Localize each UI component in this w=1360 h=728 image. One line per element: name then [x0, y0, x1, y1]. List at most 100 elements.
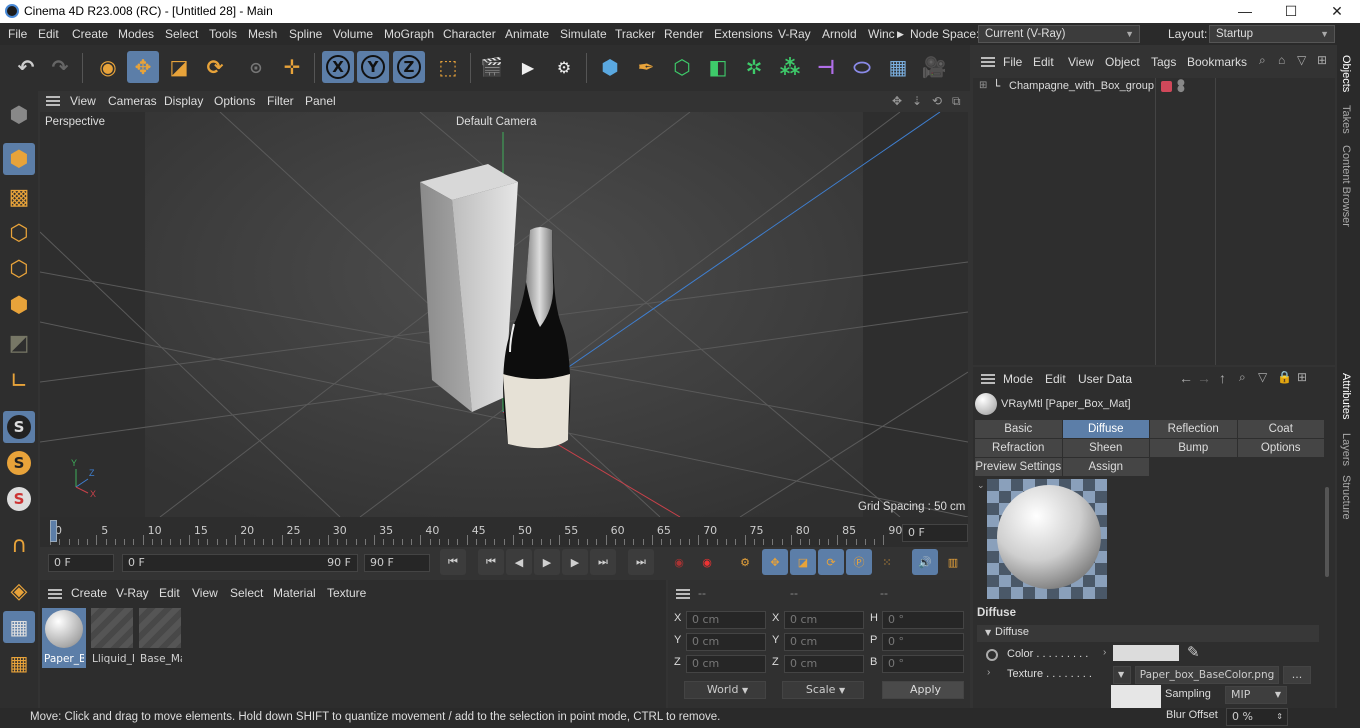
polygon-mode-button[interactable]: ⬢: [3, 289, 35, 321]
go-to-start-icon[interactable]: ⏮: [440, 549, 466, 575]
menu-extensions[interactable]: Extensions: [714, 27, 773, 41]
expand-icon[interactable]: ⊞: [979, 80, 987, 91]
make-editable-button[interactable]: ⬢: [3, 99, 35, 131]
viewport-menu-panel[interactable]: Panel: [305, 94, 336, 108]
menu-modes[interactable]: Modes: [118, 27, 154, 41]
search-icon[interactable]: ⌕: [1239, 370, 1246, 385]
model-mode-button[interactable]: ⬢: [3, 143, 35, 175]
menu-create[interactable]: Create: [72, 27, 108, 41]
scale-select[interactable]: Scale ▼: [782, 681, 864, 699]
attr-tab-basic[interactable]: Basic: [975, 420, 1062, 438]
world-select[interactable]: World ▼: [684, 681, 766, 699]
node-space-select[interactable]: Current (V-Ray) ▼: [978, 25, 1140, 43]
object-name[interactable]: Champagne_with_Box_group: [1009, 80, 1154, 92]
previous-key-icon[interactable]: ⏮: [478, 549, 504, 575]
back-arrow-icon[interactable]: ←: [1179, 370, 1193, 386]
minimize-button[interactable]: —: [1222, 0, 1268, 23]
forward-arrow-icon[interactable]: →: [1197, 370, 1211, 386]
playhead-marker[interactable]: [50, 520, 57, 542]
current-frame-field[interactable]: 0 F: [902, 524, 968, 542]
move-tool-button[interactable]: ✥: [127, 51, 159, 83]
render-view-button[interactable]: 🎬: [476, 51, 508, 83]
material-item[interactable]: Paper_Bc: [42, 608, 86, 668]
magnet-button[interactable]: ∩: [3, 529, 35, 561]
menu-volume[interactable]: Volume: [333, 27, 373, 41]
mat-menu-edit[interactable]: Edit: [159, 586, 180, 600]
edge-mode-button[interactable]: ⬡: [3, 253, 35, 285]
obj-menu-bookmarks[interactable]: Bookmarks: [1187, 55, 1247, 69]
coordinate-system-button[interactable]: ⬚: [432, 51, 464, 83]
render-settings-button[interactable]: ⚙: [548, 51, 580, 83]
coordinate-field[interactable]: 0 °: [882, 633, 964, 651]
attr-tab-bump[interactable]: Bump: [1150, 439, 1237, 457]
collapse-chevron-icon[interactable]: ⌄: [977, 480, 985, 491]
attr-tab-assign[interactable]: Assign: [1062, 458, 1149, 476]
mat-menu-view[interactable]: View: [192, 586, 218, 600]
attr-tab-coat[interactable]: Coat: [1237, 420, 1324, 438]
menu-tracker[interactable]: Tracker: [615, 27, 655, 41]
material-item[interactable]: Base_Ma: [138, 608, 182, 668]
scale-tool-button[interactable]: ◪: [163, 51, 195, 83]
filter-icon[interactable]: ▽: [1258, 370, 1267, 384]
close-button[interactable]: ✕: [1314, 0, 1360, 23]
workplane-button[interactable]: ◈: [3, 575, 35, 607]
axis-tool-button[interactable]: ✛: [276, 51, 308, 83]
next-frame-icon[interactable]: ▶: [562, 549, 588, 575]
filter-icon[interactable]: ▽: [1297, 53, 1306, 67]
viewport-maximize-icon[interactable]: ⧉: [952, 94, 961, 109]
coordinate-field[interactable]: 0 °: [882, 655, 964, 673]
lock-icon[interactable]: 🔒: [1277, 370, 1292, 384]
diffuse-group-header[interactable]: ▼ Diffuse: [977, 625, 1319, 642]
uv-mode-button[interactable]: ◩: [3, 327, 35, 359]
attr-tab-preview-settings[interactable]: Preview Settings: [975, 458, 1062, 476]
color-swatch[interactable]: [1113, 645, 1179, 661]
attr-menu-edit[interactable]: Edit: [1045, 372, 1066, 386]
coordinate-field[interactable]: 0 cm: [686, 611, 766, 629]
new-panel-icon[interactable]: ⊞: [1317, 53, 1327, 67]
obj-menu-view[interactable]: View: [1068, 55, 1094, 69]
preview-scrollbar[interactable]: [1325, 487, 1329, 577]
y-axis-lock-button[interactable]: Y: [357, 51, 389, 83]
snap-settings-button[interactable]: S: [3, 447, 35, 479]
apply-button[interactable]: Apply: [882, 681, 964, 699]
texture-file-button[interactable]: Paper_box_BaseColor.png: [1135, 666, 1279, 684]
menu-render[interactable]: Render: [664, 27, 703, 41]
attr-menu-user-data[interactable]: User Data: [1078, 372, 1132, 386]
eyedropper-icon[interactable]: ✎: [1187, 643, 1200, 661]
texture-browse-button[interactable]: ...: [1283, 666, 1311, 684]
coordinate-field[interactable]: 0 cm: [784, 611, 864, 629]
coords-hamburger-icon[interactable]: [676, 589, 690, 599]
play-icon[interactable]: ▶: [534, 549, 560, 575]
quantize-button[interactable]: S: [3, 483, 35, 515]
coordinate-field[interactable]: 0 °: [882, 611, 964, 629]
viewport-menu-cameras[interactable]: Cameras: [108, 94, 157, 108]
pen-spline-button[interactable]: ✒: [630, 51, 662, 83]
deformer-button[interactable]: ⊣: [810, 51, 842, 83]
extrude-button[interactable]: ◧: [702, 51, 734, 83]
menu-mesh[interactable]: Mesh: [248, 27, 277, 41]
home-icon[interactable]: ⌂: [1278, 53, 1285, 67]
field-button[interactable]: ⬭: [846, 51, 878, 83]
viewport-camera-label[interactable]: Default Camera: [456, 116, 537, 128]
key-position-icon[interactable]: ✥: [762, 549, 788, 575]
rotate-tool-button[interactable]: ⟳: [199, 51, 231, 83]
mat-menu-select[interactable]: Select: [230, 586, 263, 600]
obj-menu-file[interactable]: File: [1003, 55, 1022, 69]
animation-dot-icon[interactable]: [986, 649, 998, 661]
frame-range-slider[interactable]: 0 F 90 F: [122, 554, 358, 572]
texture-menu-button[interactable]: ▼: [1113, 666, 1131, 684]
end-frame-field[interactable]: 90 F: [364, 554, 430, 572]
recent-tools-button[interactable]: ⊙: [240, 51, 272, 83]
perspective-viewport[interactable]: Perspective Default Camera Grid Spacing …: [40, 112, 968, 517]
obj-menu-tags[interactable]: Tags: [1151, 55, 1176, 69]
attr-tab-sheen[interactable]: Sheen: [1062, 439, 1149, 457]
menu-overflow-icon[interactable]: ▶: [897, 29, 904, 40]
menu-window[interactable]: Winc: [868, 27, 895, 41]
viewport-menu-filter[interactable]: Filter: [267, 94, 294, 108]
attr-menu-mode[interactable]: Mode: [1003, 372, 1033, 386]
menu-simulate[interactable]: Simulate: [560, 27, 607, 41]
key-pla-icon[interactable]: ⁙: [874, 549, 900, 575]
blur-offset-field[interactable]: 0 % ⇕: [1226, 708, 1288, 726]
new-panel-icon[interactable]: ⊞: [1297, 370, 1307, 384]
mat-menu-create[interactable]: Create: [71, 586, 107, 600]
